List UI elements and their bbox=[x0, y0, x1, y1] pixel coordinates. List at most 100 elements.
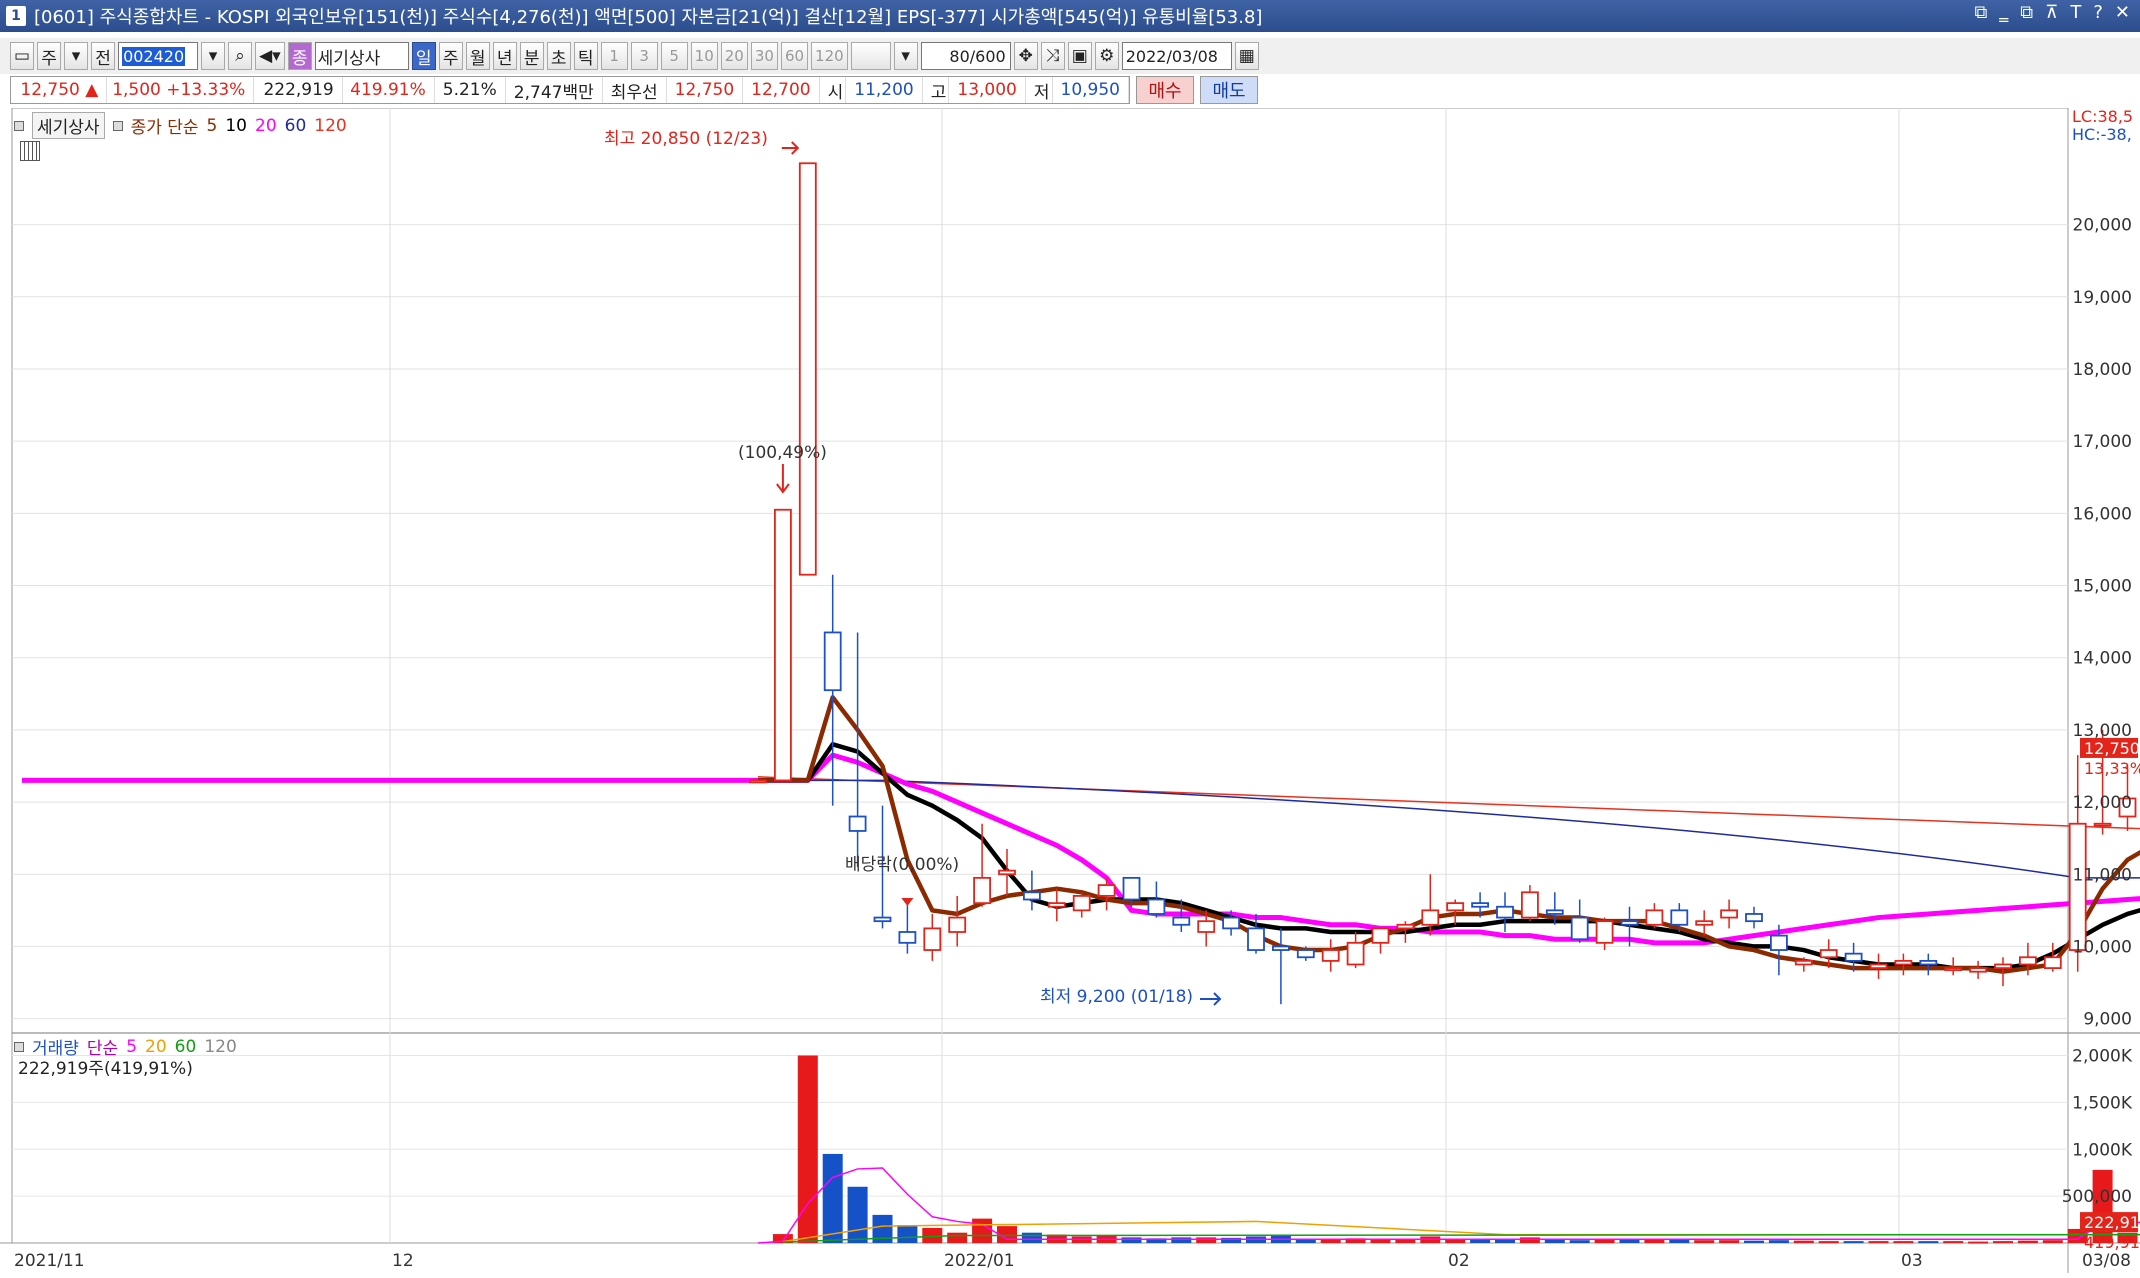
minute-20[interactable]: 20 bbox=[720, 42, 748, 70]
candle-body bbox=[1844, 952, 1863, 962]
candle-body bbox=[1969, 967, 1987, 973]
date-label: 2021/11 bbox=[14, 1251, 85, 1271]
low-annotation: 최저 9,200 (01/18) bbox=[1040, 987, 1193, 1007]
volume-bar bbox=[1196, 1237, 1217, 1243]
candle-body bbox=[1371, 927, 1390, 944]
volume-bar bbox=[1793, 1240, 1814, 1243]
candle-body bbox=[1023, 891, 1041, 901]
volume-bar bbox=[972, 1218, 993, 1243]
search-icon[interactable]: ⌕ bbox=[228, 42, 253, 70]
save-icon[interactable]: ▣ bbox=[1067, 42, 1092, 70]
date-input[interactable]: 2022/03/08 bbox=[1121, 42, 1232, 70]
maximize-icon[interactable]: ⧉ bbox=[2020, 2, 2033, 23]
candle-body bbox=[1944, 967, 1963, 971]
help-icon[interactable]: ? bbox=[2093, 2, 2103, 23]
minute-custom[interactable] bbox=[850, 42, 891, 70]
calendar-icon[interactable]: ▦ bbox=[1234, 42, 1259, 70]
legend-ma60: 60 bbox=[284, 115, 307, 136]
candle-body bbox=[923, 927, 942, 951]
dividend-annotation: 배당락(0,00%) bbox=[845, 855, 959, 875]
crosshair-icon[interactable]: ✥ bbox=[1013, 42, 1038, 70]
stock-name: 세기상사 bbox=[314, 42, 409, 70]
close-icon[interactable]: ✕ bbox=[2115, 2, 2130, 23]
speaker-icon[interactable]: ◀▾ bbox=[255, 42, 285, 70]
ma60-line bbox=[758, 779, 2140, 879]
price-tick-label: 12,000 bbox=[2073, 793, 2132, 813]
legend-toggle-icon[interactable] bbox=[14, 120, 24, 131]
volume-bar bbox=[1918, 1241, 1939, 1244]
volume-bar bbox=[1121, 1237, 1142, 1243]
candle-body bbox=[1745, 913, 1763, 923]
minute-3[interactable]: 3 bbox=[630, 42, 658, 70]
tools-icon[interactable]: ⤨ bbox=[1040, 42, 1065, 70]
period-day[interactable]: 일 bbox=[411, 42, 436, 70]
sell-button[interactable]: 매도 bbox=[1200, 76, 1258, 104]
buy-button[interactable]: 매수 bbox=[1136, 76, 1194, 104]
gear-icon[interactable]: ⚙ bbox=[1094, 42, 1119, 70]
price-tick-label: 11,000 bbox=[2073, 865, 2132, 885]
volume-bar bbox=[1943, 1241, 1964, 1244]
minute-5[interactable]: 5 bbox=[660, 42, 688, 70]
code-input[interactable]: 002420 bbox=[118, 42, 199, 70]
volume-bar bbox=[847, 1186, 868, 1243]
minute-30[interactable]: 30 bbox=[750, 42, 778, 70]
minute-dropdown-icon[interactable]: ▾ bbox=[893, 42, 918, 70]
table-icon[interactable] bbox=[20, 141, 40, 161]
candle-body bbox=[1172, 916, 1191, 926]
volume-bar bbox=[1644, 1239, 1665, 1243]
period-tick[interactable]: 틱 bbox=[573, 42, 598, 70]
date-label: 2022/01 bbox=[944, 1251, 1015, 1271]
candle-body bbox=[823, 631, 842, 692]
period-year[interactable]: 년 bbox=[492, 42, 517, 70]
low-label: 저 bbox=[1026, 77, 1053, 103]
minimize-icon[interactable]: ‗ bbox=[1999, 2, 2008, 23]
volume-tag: 222,919 bbox=[2084, 1213, 2140, 1232]
candle-body bbox=[1147, 898, 1166, 915]
price-tag: 12,750 bbox=[2084, 739, 2140, 758]
candle-body bbox=[873, 916, 892, 923]
candle-body bbox=[1471, 902, 1489, 908]
dividend-marker-icon bbox=[901, 898, 914, 906]
volume-bar bbox=[1171, 1237, 1192, 1243]
chevron-down-icon[interactable]: ▾ bbox=[64, 42, 89, 70]
minute-60[interactable]: 60 bbox=[780, 42, 809, 70]
period-minute[interactable]: 분 bbox=[519, 42, 544, 70]
layout-icon[interactable]: ▭ bbox=[10, 42, 35, 70]
period-month[interactable]: 월 bbox=[465, 42, 490, 70]
candle-body bbox=[948, 916, 967, 933]
window-title: [0601] 주식종합차트 - KOSPI 외국인보유[151(천)] 주식수[… bbox=[34, 7, 1263, 28]
candle-body bbox=[2093, 822, 2112, 827]
type-select[interactable]: 주 bbox=[37, 42, 62, 70]
code-dropdown-icon[interactable]: ▾ bbox=[201, 42, 226, 70]
restore-icon[interactable]: ⧉ bbox=[1974, 2, 1987, 23]
prev-button[interactable]: 전 bbox=[91, 42, 116, 70]
date-label: 03/08 bbox=[2082, 1251, 2131, 1271]
candle-body bbox=[798, 162, 817, 576]
ma10-line bbox=[758, 742, 2140, 971]
date-label: 12 bbox=[392, 1251, 414, 1271]
candle-body bbox=[1720, 909, 1738, 919]
badge-icon[interactable]: 종 bbox=[287, 42, 312, 70]
font-icon[interactable]: T bbox=[2070, 2, 2081, 23]
period-second[interactable]: 초 bbox=[546, 42, 571, 70]
volume-tick-label: 1,000K bbox=[2072, 1140, 2133, 1160]
minute-1[interactable]: 1 bbox=[600, 42, 628, 70]
period-week[interactable]: 주 bbox=[438, 42, 463, 70]
count-input[interactable]: 80/600 bbox=[920, 42, 1011, 70]
price-chart[interactable]: 9,000 10,000 11,000 12,000 13,000 14,000 15,00… bbox=[0, 107, 2140, 1273]
minute-120[interactable]: 120 bbox=[811, 42, 848, 70]
pin-icon[interactable]: ⊼ bbox=[2045, 2, 2058, 23]
candle-body bbox=[1645, 909, 1664, 926]
trade-amount: 2,747백만 bbox=[506, 77, 603, 103]
toolbar: ▭ 주 ▾ 전 002420 ▾ ⌕ ◀▾ 종 세기상사 일 주 월 년 분 초… bbox=[0, 38, 2140, 74]
minute-10[interactable]: 10 bbox=[690, 42, 718, 70]
candle-body bbox=[1122, 876, 1141, 901]
candle-body bbox=[1595, 920, 1614, 944]
candle-body bbox=[1670, 909, 1689, 926]
volume-bar bbox=[1519, 1237, 1540, 1243]
volume: 222,919 bbox=[254, 77, 343, 103]
legend-toggle-icon[interactable] bbox=[14, 1041, 24, 1052]
price-tick-label: 17,000 bbox=[2073, 432, 2132, 452]
date-label: 02 bbox=[1448, 1251, 1470, 1271]
legend-toggle-icon[interactable] bbox=[112, 120, 123, 131]
